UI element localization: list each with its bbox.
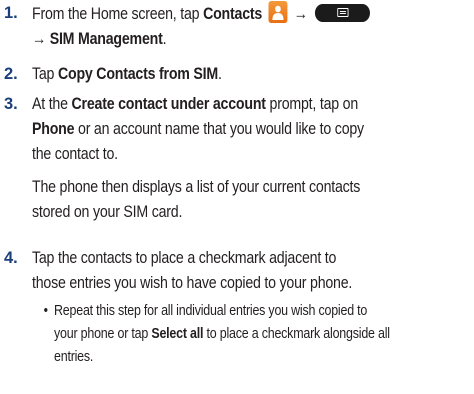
step-number: 3. — [4, 95, 18, 113]
step-3-text: At the — [32, 95, 72, 113]
step-4-text: Tap the contacts to place a checkmark ad… — [32, 249, 337, 267]
step-1-text: From the Home screen, tap — [32, 5, 204, 23]
bullet-text: to place a checkmark alongside all — [203, 326, 391, 342]
step-text: Tap the contacts to place a checkmark ad… — [32, 246, 462, 296]
step-4: 4. Tap the contacts to place a checkmark… — [4, 246, 470, 296]
bullet-text: entries. — [54, 349, 94, 365]
bullet-text: Repeat this step for all individual entr… — [54, 303, 368, 319]
step-3-note: The phone then displays a list of your c… — [32, 178, 361, 196]
create-contact-label: Create contact under account — [71, 95, 266, 113]
period: . — [218, 65, 222, 83]
select-all-label: Select all — [151, 326, 204, 342]
step-text: From the Home screen, tap Contacts → → S… — [32, 1, 462, 52]
contacts-label: Contacts — [203, 5, 263, 23]
step-1: 1. From the Home screen, tap Contacts → … — [4, 1, 470, 52]
step-number: 2. — [4, 65, 18, 83]
bullet-item: • Repeat this step for all individual en… — [44, 300, 458, 369]
step-number: 1. — [4, 4, 18, 22]
step-3-text: prompt, tap on — [265, 95, 359, 113]
step-number: 4. — [4, 249, 18, 267]
step-3: 3. At the Create contact under account p… — [4, 92, 470, 225]
person-icon — [272, 5, 284, 20]
copy-contacts-label: Copy Contacts from SIM — [57, 65, 219, 83]
step-3-text: or an account name that you would like t… — [74, 120, 364, 138]
period: . — [162, 30, 167, 48]
bullet-dot: • — [43, 303, 48, 319]
step-text: Tap Copy Contacts from SIM. — [32, 62, 462, 87]
bullet-text: your phone or tap — [54, 326, 152, 342]
step-4-text: those entries you wish to have copied to… — [32, 274, 353, 292]
arrow-icon: → — [293, 5, 308, 23]
step-3-text: the contact to. — [32, 145, 118, 163]
manual-page: 1. From the Home screen, tap Contacts → … — [0, 0, 474, 394]
step-2-text: Tap — [32, 65, 58, 83]
sim-management-label: → SIM Management — [32, 30, 163, 48]
contacts-app-icon — [268, 1, 288, 23]
menu-key-icon — [314, 4, 370, 22]
menu-lines-icon — [337, 8, 349, 17]
step-text: At the Create contact under account prom… — [32, 92, 462, 225]
phone-label: Phone — [32, 120, 75, 138]
step-3-note: stored on your SIM card. — [32, 203, 183, 221]
step-2: 2. Tap Copy Contacts from SIM. — [4, 62, 470, 87]
